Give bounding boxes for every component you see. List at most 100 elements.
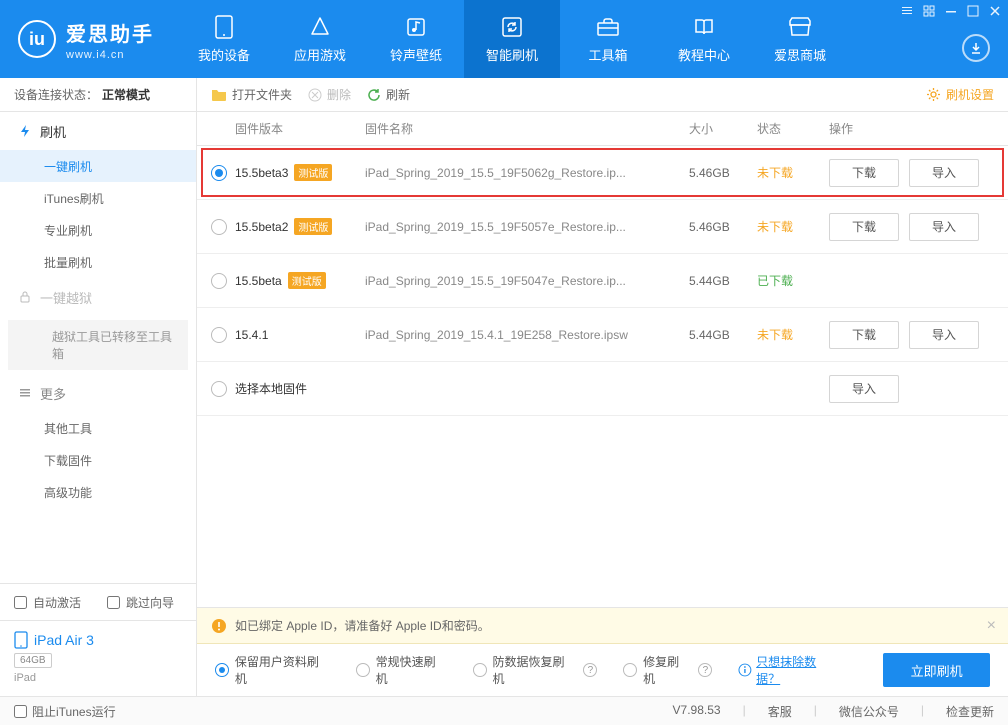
close-icon[interactable] [988,4,1002,18]
nav-tutorials[interactable]: 教程中心 [656,0,752,78]
reload-icon [367,88,381,102]
gear-icon [926,87,941,102]
nav-apps[interactable]: 应用游戏 [272,0,368,78]
opt-fast-flash[interactable]: 常规快速刷机 [356,653,447,687]
bolt-icon [18,124,32,138]
app-header: iu 爱思助手 www.i4.cn 我的设备 应用游戏 铃声壁纸 智能刷机 工具… [0,0,1008,78]
music-icon [404,15,428,39]
logo: iu 爱思助手 www.i4.cn [0,0,176,78]
opt-keep-data[interactable]: 保留用户资料刷机 [215,653,330,687]
wechat-link[interactable]: 微信公众号 [839,703,899,720]
select-radio[interactable] [211,273,227,289]
delete-icon [308,88,322,102]
top-nav: 我的设备 应用游戏 铃声壁纸 智能刷机 工具箱 教程中心 爱思商城 [176,0,848,78]
check-update-link[interactable]: 检查更新 [946,703,994,720]
window-controls [900,4,1002,18]
import-button[interactable]: 导入 [829,375,899,403]
firmware-row[interactable]: 15.5beta2测试版iPad_Spring_2019_15.5_19F505… [197,200,1008,254]
support-link[interactable]: 客服 [768,703,792,720]
firmware-row[interactable]: 15.5beta测试版iPad_Spring_2019_15.5_19F5047… [197,254,1008,308]
download-button[interactable]: 下载 [829,213,899,241]
select-radio[interactable] [211,219,227,235]
warning-icon [211,618,227,634]
refresh-button[interactable]: 刷新 [367,86,410,103]
nav-store[interactable]: 爱思商城 [752,0,848,78]
sidebar-item-advanced[interactable]: 高级功能 [0,476,196,508]
local-firmware-row[interactable]: 选择本地固件导入 [197,362,1008,416]
opt-antirecovery[interactable]: 防数据恢复刷机? [473,653,598,687]
nav-toolbox[interactable]: 工具箱 [560,0,656,78]
sidebar-group-more[interactable]: 更多 [0,374,196,412]
sidebar-group-flash[interactable]: 刷机 [0,112,196,150]
firmware-filename: iPad_Spring_2019_15.5_19F5062g_Restore.i… [365,166,689,180]
firmware-size: 5.44GB [689,274,757,288]
firmware-size: 5.44GB [689,328,757,342]
menu2-icon[interactable] [922,4,936,18]
beta-tag: 测试版 [294,218,332,235]
sidebar-item-oneclick-flash[interactable]: 一键刷机 [0,150,196,182]
import-button[interactable]: 导入 [909,213,979,241]
refresh-icon [500,15,524,39]
maximize-icon[interactable] [966,4,980,18]
nav-my-device[interactable]: 我的设备 [176,0,272,78]
auto-activate-checkbox[interactable] [14,596,27,609]
flash-settings-button[interactable]: 刷机设置 [926,86,994,103]
logo-icon: iu [18,20,56,58]
flash-options: 保留用户资料刷机 常规快速刷机 防数据恢复刷机? 修复刷机? 只想抹除数据？ 立… [197,644,1008,696]
tablet-icon [14,631,28,649]
import-button[interactable]: 导入 [909,321,979,349]
minimize-icon[interactable] [944,4,958,18]
beta-tag: 测试版 [294,164,332,181]
firmware-status: 未下载 [757,218,829,235]
firmware-status: 未下载 [757,164,829,181]
select-radio[interactable] [211,165,227,181]
open-folder-button[interactable]: 打开文件夹 [211,86,292,103]
sidebar-item-batch-flash[interactable]: 批量刷机 [0,246,196,278]
version-text: 15.5beta [235,274,282,288]
apps-icon [308,15,332,39]
version-label: V7.98.53 [673,703,721,720]
logo-subtitle: www.i4.cn [66,49,154,61]
auto-options: 自动激活 跳过向导 [0,584,196,620]
col-status: 状态 [757,120,829,137]
sidebar-item-pro-flash[interactable]: 专业刷机 [0,214,196,246]
nav-ringtones[interactable]: 铃声壁纸 [368,0,464,78]
block-itunes-checkbox[interactable]: 阻止iTunes运行 [14,703,116,720]
select-radio[interactable] [211,327,227,343]
import-button[interactable]: 导入 [909,159,979,187]
flash-now-button[interactable]: 立即刷机 [883,653,990,687]
device-model: iPad [14,672,182,684]
help-icon[interactable]: ? [698,663,712,677]
erase-data-link[interactable]: 只想抹除数据？ [738,653,839,687]
opt-repair[interactable]: 修复刷机? [623,653,712,687]
status-bar: 阻止iTunes运行 V7.98.53 | 客服 | 微信公众号 | 检查更新 [0,696,1008,725]
info-icon [738,663,752,677]
download-button[interactable]: 下载 [829,159,899,187]
firmware-status: 未下载 [757,326,829,343]
download-button[interactable]: 下载 [829,321,899,349]
toolbox-icon [596,15,620,39]
nav-smart-flash[interactable]: 智能刷机 [464,0,560,78]
col-version: 固件版本 [235,120,365,137]
firmware-row[interactable]: 15.4.1iPad_Spring_2019_15.4.1_19E258_Res… [197,308,1008,362]
jailbreak-moved-note: 越狱工具已转移至工具箱 [8,320,188,370]
delete-button[interactable]: 删除 [308,86,351,103]
device-info: iPad Air 3 64GB iPad [0,620,196,696]
firmware-size: 5.46GB [689,220,757,234]
menu-bars-icon [18,386,32,400]
select-radio[interactable] [211,381,227,397]
version-text: 15.5beta2 [235,220,288,234]
download-manager-icon[interactable] [962,34,990,62]
sidebar-item-download-firmware[interactable]: 下载固件 [0,444,196,476]
skip-guide-checkbox[interactable] [107,596,120,609]
connection-status: 设备连接状态：正常模式 [0,78,196,112]
sidebar-item-other-tools[interactable]: 其他工具 [0,412,196,444]
firmware-list: 15.5beta3测试版iPad_Spring_2019_15.5_19F506… [197,146,1008,607]
menu-icon[interactable] [900,4,914,18]
logo-title: 爱思助手 [66,18,154,47]
firmware-row[interactable]: 15.5beta3测试版iPad_Spring_2019_15.5_19F506… [197,146,1008,200]
close-warning-icon[interactable]: × [987,617,996,635]
appleid-warning: 如已绑定 Apple ID，请准备好 Apple ID和密码。 × [197,608,1008,644]
sidebar-item-itunes-flash[interactable]: iTunes刷机 [0,182,196,214]
help-icon[interactable]: ? [583,663,597,677]
